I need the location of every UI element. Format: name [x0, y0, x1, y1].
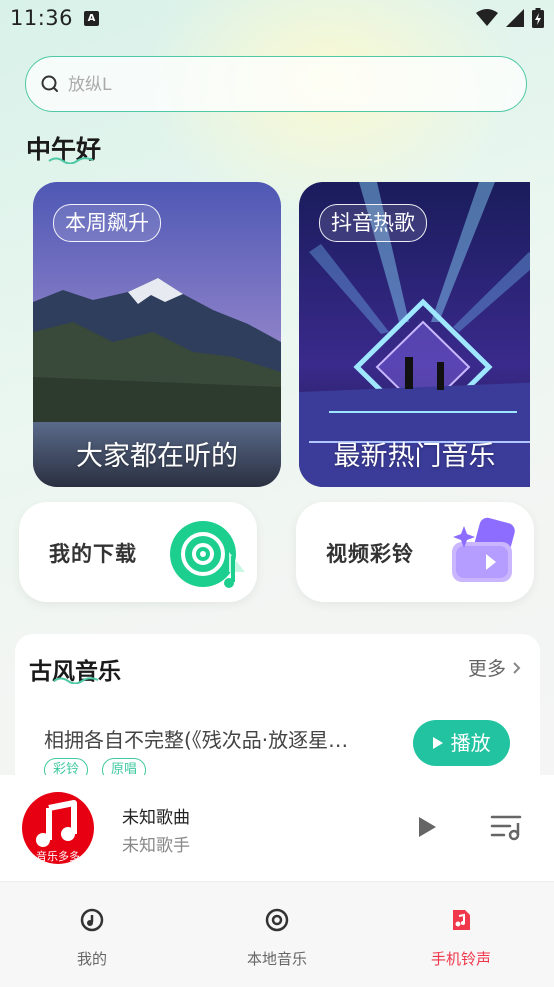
mini-play-icon[interactable] — [415, 815, 439, 839]
card-caption: 大家都在听的 — [76, 441, 238, 472]
quick-action-label: 我的下载 — [49, 542, 137, 566]
my-downloads-button[interactable]: 我的下载 — [19, 502, 257, 602]
cover-text: 音乐多多 — [36, 849, 80, 863]
tab-ringtones[interactable]: 手机铃声 — [369, 882, 553, 987]
search-icon — [41, 75, 58, 92]
status-bar: 11:36 A — [0, 0, 554, 36]
video-ringtone-button[interactable]: 视频彩铃 — [296, 502, 534, 602]
song-title[interactable]: 相拥各自不完整(《残次品·放逐星… — [44, 724, 369, 753]
tab-label: 本地音乐 — [246, 950, 307, 968]
wifi-icon — [476, 9, 498, 26]
ringtone-icon — [453, 910, 470, 930]
mini-player[interactable]: 音乐多多 未知歌曲 未知歌手 — [0, 775, 554, 881]
status-time: 11:36 — [10, 6, 74, 30]
battery-icon — [532, 8, 544, 28]
music-note-icon: 音乐多多 — [36, 800, 80, 863]
card-tag: 抖音热歌 — [319, 204, 427, 242]
greeting-title: 中午好 — [26, 130, 101, 166]
chevron-right-icon — [513, 662, 521, 674]
more-link[interactable]: 更多 — [468, 654, 522, 681]
card-douyin-hits[interactable]: 抖音热歌 最新热门音乐 — [299, 182, 530, 487]
tab-mine[interactable]: 我的 — [0, 882, 184, 987]
card-tag: 本周飙升 — [53, 204, 161, 242]
tab-local-music[interactable]: 本地音乐 — [185, 882, 369, 987]
more-label: 更多 — [467, 658, 506, 680]
search-bar[interactable] — [25, 56, 527, 112]
video-ringtone-icon — [452, 517, 515, 582]
notification-icon: A — [84, 11, 99, 26]
playlist-icon[interactable] — [490, 813, 526, 841]
search-input[interactable] — [66, 69, 490, 101]
card-caption: 最新热门音乐 — [333, 441, 496, 472]
music-disc-icon — [80, 908, 104, 932]
squiggle-decoration — [48, 157, 94, 164]
record-icon — [265, 908, 289, 932]
tab-label: 手机铃声 — [430, 950, 491, 968]
tab-label: 我的 — [76, 950, 107, 968]
card-weekly-rising[interactable]: 本周飙升 大家都在听的 — [33, 182, 281, 487]
quick-action-label: 视频彩铃 — [326, 542, 414, 566]
squiggle-decoration — [53, 677, 99, 684]
now-playing-song: 未知歌曲 — [122, 808, 190, 828]
bottom-nav: 我的 本地音乐 手机铃声 — [0, 881, 554, 987]
section-title: 古风音乐 — [29, 652, 121, 686]
play-label: 播放 — [450, 731, 491, 755]
signal-icon — [506, 9, 524, 27]
play-icon — [433, 737, 444, 749]
download-disc-icon — [170, 521, 245, 588]
play-button[interactable]: 播放 — [413, 720, 510, 766]
now-playing-artist: 未知歌手 — [122, 836, 190, 856]
album-cover: 音乐多多 — [22, 792, 94, 864]
